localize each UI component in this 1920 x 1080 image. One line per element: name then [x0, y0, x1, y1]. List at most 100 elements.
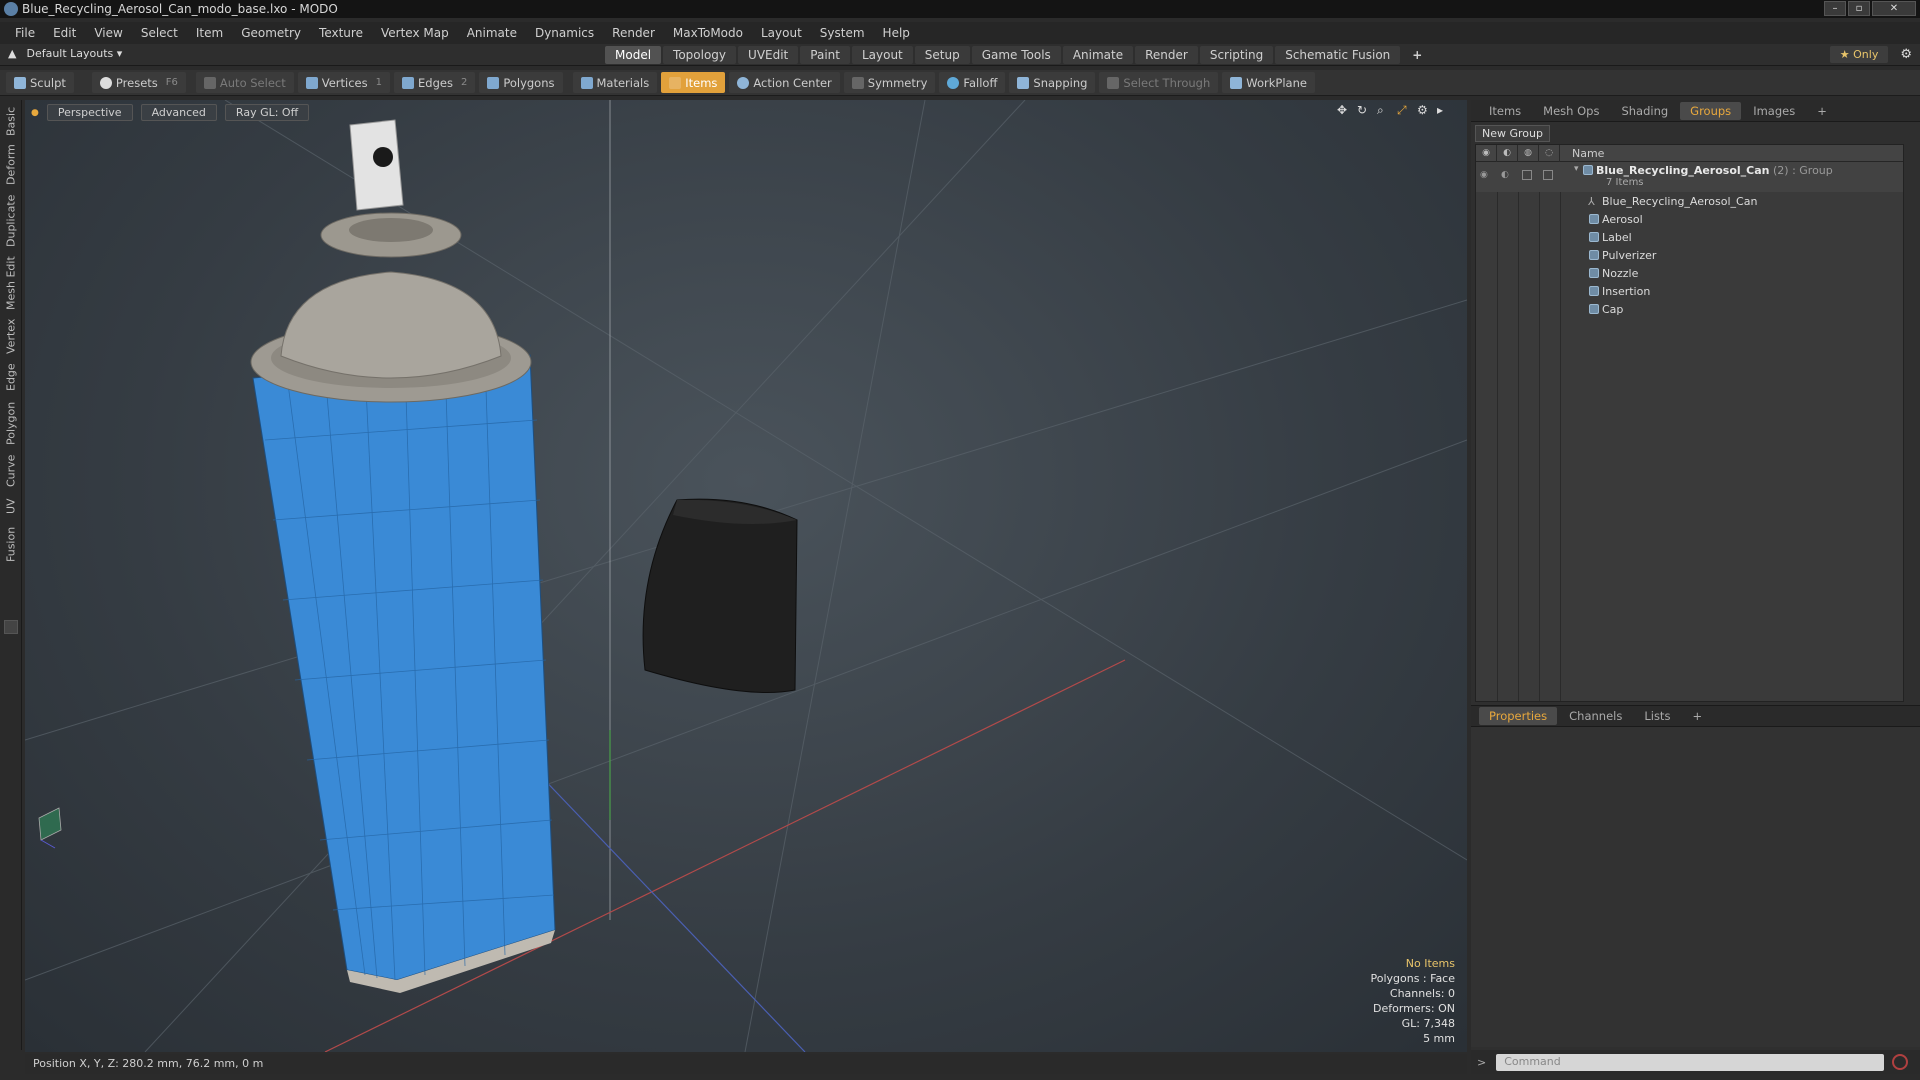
shading-mode-dropdown[interactable]: Advanced — [140, 104, 217, 121]
tab-paint[interactable]: Paint — [800, 46, 850, 64]
menu-layout[interactable]: Layout — [752, 26, 811, 40]
select-checkbox[interactable] — [1543, 170, 1553, 180]
vtab-fusion[interactable]: Fusion — [2, 522, 20, 566]
view-mode-dropdown[interactable]: Perspective — [46, 104, 133, 121]
render-icon[interactable]: ◐ — [1501, 170, 1509, 180]
polygons-button[interactable]: Polygons — [479, 72, 563, 93]
vertices-button[interactable]: Vertices 1 — [297, 72, 390, 93]
tab-uvedit[interactable]: UVEdit — [738, 46, 799, 64]
list-item[interactable]: Pulverizer — [1476, 246, 1903, 264]
tab-groups[interactable]: Groups — [1680, 101, 1742, 120]
action-center-button[interactable]: Action Center — [729, 72, 840, 93]
tab-scripting[interactable]: Scripting — [1199, 46, 1274, 64]
list-item[interactable]: ⅄ Blue_Recycling_Aerosol_Can — [1476, 192, 1903, 210]
vtab-polygon[interactable]: Polygon — [2, 398, 20, 448]
menu-edit[interactable]: Edit — [44, 26, 85, 40]
vtab-deform[interactable]: Deform — [2, 142, 20, 188]
lock-checkbox[interactable] — [1522, 170, 1532, 180]
zoom-icon[interactable]: ⌕ — [1377, 104, 1389, 116]
raygl-toggle[interactable]: Ray GL: Off — [224, 104, 310, 121]
render-toggle-icon[interactable]: ◐ — [1497, 145, 1518, 162]
snapping-button[interactable]: Snapping — [1009, 72, 1096, 93]
list-item[interactable]: Nozzle — [1476, 264, 1903, 282]
menu-texture[interactable]: Texture — [310, 26, 372, 40]
list-item[interactable]: Insertion — [1476, 282, 1903, 300]
menu-item[interactable]: Item — [187, 26, 232, 40]
tab-game-tools[interactable]: Game Tools — [971, 46, 1061, 64]
collapse-arrow-icon[interactable]: ▲ — [8, 47, 16, 60]
list-item[interactable]: Cap — [1476, 300, 1903, 318]
select-through-button[interactable]: Select Through — [1099, 72, 1219, 93]
vtab-uv[interactable]: UV — [2, 494, 20, 518]
menu-geometry[interactable]: Geometry — [232, 26, 310, 40]
menu-select[interactable]: Select — [132, 26, 187, 40]
list-item[interactable]: Aerosol — [1476, 210, 1903, 228]
layout-preset-dropdown[interactable]: Default Layouts ▾ — [26, 47, 122, 60]
only-toggle-button[interactable]: ★ Only — [1829, 46, 1889, 63]
tab-properties[interactable]: Properties — [1479, 707, 1558, 725]
menu-dynamics[interactable]: Dynamics — [526, 26, 603, 40]
group-row[interactable]: ◉ ◐ ▾ Blue_Recycling_Aerosol_Can (2) : G… — [1476, 162, 1903, 192]
vtab-duplicate[interactable]: Duplicate — [2, 192, 20, 250]
vtab-basic[interactable]: Basic — [2, 104, 20, 138]
fit-icon[interactable]: ⤢ — [1397, 104, 1409, 116]
select-toggle-icon[interactable]: ◌ — [1539, 145, 1560, 162]
materials-button[interactable]: Materials — [572, 72, 658, 93]
tab-items[interactable]: Items — [1479, 102, 1531, 120]
tab-animate[interactable]: Animate — [1062, 46, 1134, 64]
lock-icon[interactable]: ◍ — [1518, 145, 1539, 162]
3d-viewport[interactable]: ● Perspective Advanced Ray GL: Off ✥ ↻ ⌕… — [25, 100, 1467, 1052]
rotate-icon[interactable]: ↻ — [1357, 104, 1369, 116]
name-column-header[interactable]: Name — [1560, 147, 1604, 160]
menu-system[interactable]: System — [811, 26, 874, 40]
list-item[interactable]: Label — [1476, 228, 1903, 246]
command-input[interactable]: Command — [1496, 1053, 1885, 1071]
minimize-button[interactable]: – — [1824, 1, 1846, 16]
add-panel-tab-button[interactable]: + — [1807, 102, 1837, 120]
expand-arrow-icon[interactable]: ▸ — [1437, 104, 1449, 116]
panel-toggle-button[interactable] — [4, 620, 18, 634]
stop-icon[interactable] — [1892, 1054, 1909, 1070]
tab-shading[interactable]: Shading — [1611, 102, 1678, 120]
add-tab-button[interactable]: + — [1402, 46, 1432, 64]
workplane-button[interactable]: WorkPlane — [1222, 72, 1315, 93]
eye-icon[interactable]: ◉ — [1480, 170, 1488, 180]
tab-layout[interactable]: Layout — [851, 46, 913, 64]
menu-help[interactable]: Help — [874, 26, 919, 40]
tab-model[interactable]: Model — [605, 46, 662, 64]
menu-view[interactable]: View — [85, 26, 131, 40]
menu-animate[interactable]: Animate — [458, 26, 526, 40]
presets-button[interactable]: Presets F6 — [91, 72, 186, 93]
menu-render[interactable]: Render — [603, 26, 664, 40]
visibility-eye-icon[interactable]: ◉ — [1476, 145, 1497, 162]
vtab-curve[interactable]: Curve — [2, 452, 20, 490]
auto-select-button[interactable]: Auto Select — [195, 72, 294, 93]
tab-lists[interactable]: Lists — [1634, 707, 1680, 725]
viewport-menu-dot-icon[interactable]: ● — [31, 108, 39, 118]
add-props-tab-button[interactable]: + — [1682, 707, 1712, 725]
viewport-settings-icon[interactable]: ⚙ — [1417, 104, 1429, 116]
tab-render[interactable]: Render — [1135, 46, 1198, 64]
tab-images[interactable]: Images — [1743, 102, 1805, 120]
menu-maxtomodo[interactable]: MaxToModo — [664, 26, 752, 40]
expand-arrow-icon[interactable]: ▾ — [1574, 164, 1579, 174]
vtab-mesh-edit[interactable]: Mesh Edit — [2, 254, 20, 312]
symmetry-button[interactable]: Symmetry — [843, 72, 936, 93]
edges-button[interactable]: Edges 2 — [394, 72, 476, 93]
tab-setup[interactable]: Setup — [914, 46, 970, 64]
maximize-button[interactable]: ▫ — [1848, 1, 1870, 16]
items-button[interactable]: Items — [661, 72, 726, 93]
menu-vertex-map[interactable]: Vertex Map — [372, 26, 458, 40]
close-button[interactable]: ✕ — [1872, 1, 1916, 16]
gear-icon[interactable]: ⚙ — [1900, 47, 1912, 62]
sculpt-button[interactable]: Sculpt — [6, 72, 74, 93]
menu-file[interactable]: File — [6, 26, 44, 40]
tab-channels[interactable]: Channels — [1559, 707, 1632, 725]
tab-mesh-ops[interactable]: Mesh Ops — [1533, 102, 1609, 120]
falloff-button[interactable]: Falloff — [939, 72, 1006, 93]
vtab-vertex[interactable]: Vertex — [2, 316, 20, 356]
pan-icon[interactable]: ✥ — [1337, 104, 1349, 116]
new-group-button[interactable]: New Group — [1475, 125, 1550, 142]
tab-topology[interactable]: Topology — [663, 46, 737, 64]
vtab-edge[interactable]: Edge — [2, 360, 20, 394]
